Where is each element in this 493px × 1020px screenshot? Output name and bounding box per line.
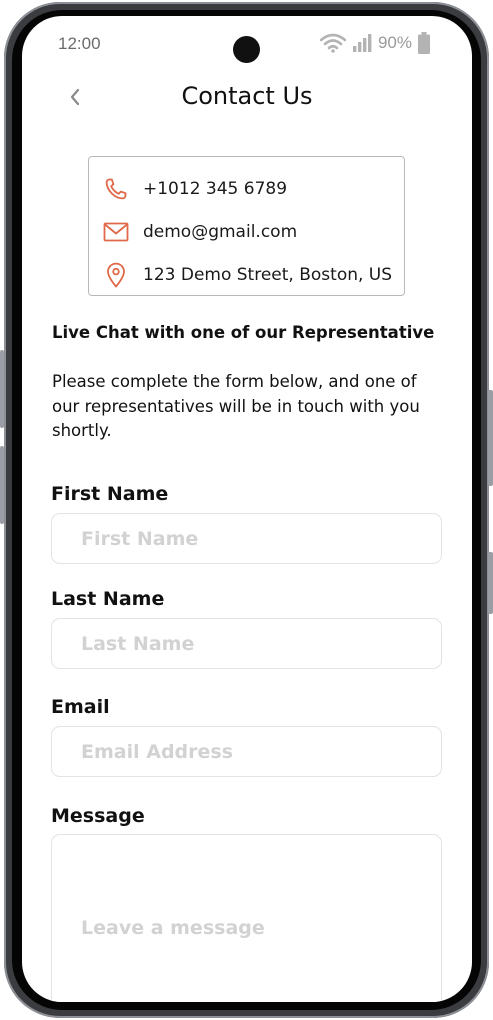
app-header: Contact Us xyxy=(22,80,472,120)
email-input[interactable] xyxy=(51,726,442,777)
front-camera xyxy=(233,36,260,63)
first-name-label: First Name xyxy=(51,483,169,505)
contact-phone-row[interactable]: +1012 345 6789 xyxy=(103,167,404,210)
battery-icon xyxy=(418,32,430,54)
last-name-label: Last Name xyxy=(51,588,165,610)
signal-icon xyxy=(352,33,372,53)
contact-address-row[interactable]: 123 Demo Street, Boston, US xyxy=(103,253,404,296)
contact-info-card: +1012 345 6789 demo@gmail.com 123 Demo S… xyxy=(88,156,405,296)
contact-phone-text: +1012 345 6789 xyxy=(143,178,288,199)
status-time: 12:00 xyxy=(58,34,101,53)
live-chat-heading: Live Chat with one of our Representative xyxy=(52,323,435,342)
last-name-input[interactable] xyxy=(51,618,442,669)
phone-icon xyxy=(103,176,129,202)
page-title: Contact Us xyxy=(181,82,313,110)
location-pin-icon xyxy=(103,262,129,288)
power-button-hardware xyxy=(488,390,493,486)
contact-email-row[interactable]: demo@gmail.com xyxy=(103,210,404,253)
message-textarea[interactable] xyxy=(51,834,442,1002)
first-name-input[interactable] xyxy=(51,513,442,564)
volume-down-button-hardware xyxy=(0,446,4,524)
side-button-hardware xyxy=(488,552,493,614)
screen: 12:00 90% Contact Us +1012 345 6789 demo… xyxy=(22,16,472,1002)
status-icons: 90% xyxy=(319,32,430,54)
battery-level: 90% xyxy=(377,33,412,52)
intro-text: Please complete the form below, and one … xyxy=(52,372,420,440)
volume-up-button-hardware xyxy=(0,350,4,428)
email-label: Email xyxy=(51,696,110,718)
contact-address-text: 123 Demo Street, Boston, US xyxy=(143,264,393,285)
message-label: Message xyxy=(51,805,145,827)
contact-email-text: demo@gmail.com xyxy=(143,221,298,242)
wifi-icon xyxy=(319,33,346,53)
mail-icon xyxy=(103,219,129,245)
